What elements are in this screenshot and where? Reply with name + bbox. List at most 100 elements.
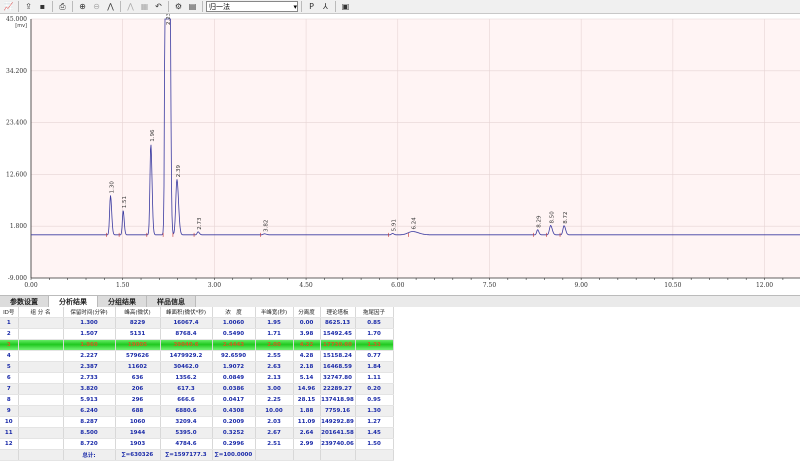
separator xyxy=(335,1,336,12)
column-header[interactable]: 拖尾因子 xyxy=(355,307,394,318)
table-cell: 6 xyxy=(0,372,19,384)
column-header[interactable]: 保留时间(分钟) xyxy=(63,307,116,318)
table-cell: 4.22 xyxy=(293,339,321,351)
table-cell: 6880.6 xyxy=(160,405,213,417)
column-header[interactable]: 浓 度 xyxy=(212,307,256,318)
table-cell: 2.99 xyxy=(293,438,321,450)
peak-label: 1.30 xyxy=(109,181,115,194)
table-row[interactable]: 2 1.507 5131 8768.4 0.5490 1.71 3.98 15492.45 1.… xyxy=(0,328,394,340)
table-cell: 1.11 xyxy=(355,372,394,384)
y-tick-label: 23.400 xyxy=(6,120,27,127)
table-cell: 10.00 xyxy=(255,405,294,417)
table-cell xyxy=(18,383,64,395)
undo-icon[interactable]: ↶ xyxy=(152,1,165,13)
table-cell: 16067.4 xyxy=(160,317,213,329)
table-row[interactable]: 1 1.300 8229 16067.4 1.0060 1.95 0.00 8625.13 0.… xyxy=(0,317,394,329)
table-row[interactable]: 10 8.287 1060 3209.4 0.2009 2.03 11.09 149292.8… xyxy=(0,416,394,428)
table-cell: 8.287 xyxy=(63,416,116,428)
table-cell: 0.5490 xyxy=(212,328,256,340)
table-cell: 28.15 xyxy=(293,394,321,406)
table-cell: 1.33 xyxy=(355,339,394,351)
total-cell xyxy=(293,449,321,461)
chromatogram-chart[interactable]: 45.000 34.200 23.400 12.600 1.800 -9.000 [mv] 0… xyxy=(0,14,800,295)
export-icon[interactable]: ⇪ xyxy=(22,1,35,13)
toolbar: 📈 ⇪ ▪ ⎙ ⊕ ⊖ ⋀ ⋀ ▦ ↶ ⚙ ▤ 归一法 ▾ P ⅄ ▣ xyxy=(0,0,800,14)
grid-icon[interactable]: ▤ xyxy=(186,1,199,13)
table-cell: 0.85 xyxy=(355,317,394,329)
table-cell: 3209.4 xyxy=(160,416,213,428)
table-cell: 39040.6 xyxy=(160,339,213,351)
table-row[interactable]: 6 2.733 636 1356.2 0.0849 2.13 5.14 32747.80 1.1… xyxy=(0,372,394,384)
baseline-icon[interactable]: ⅄ xyxy=(319,1,332,13)
table-row[interactable]: 5 2.387 11602 30462.0 1.9072 2.63 2.18 16468.59… xyxy=(0,361,394,373)
table-cell: 296 xyxy=(115,394,161,406)
integrate-icon[interactable]: ⋀ xyxy=(124,1,137,13)
column-header[interactable]: 峰高(微伏) xyxy=(115,307,161,318)
column-header[interactable]: 理论塔板 xyxy=(320,307,356,318)
table-cell: 2.733 xyxy=(63,372,116,384)
table-cell: 1.9072 xyxy=(212,361,256,373)
total-row: 总计: ∑=630326 ∑=1597177.3 ∑=100.0000 xyxy=(0,449,394,461)
column-header[interactable]: ID号 xyxy=(0,307,19,318)
table-icon[interactable]: ▦ xyxy=(138,1,151,13)
column-header[interactable]: 峰面积(微伏*秒) xyxy=(160,307,213,318)
zoom-out-icon[interactable]: ⊖ xyxy=(90,1,103,13)
table-row[interactable]: 4 2.227 579626 1479929.2 92.6590 2.55 4.28 1515… xyxy=(0,350,394,362)
table-cell: 22289.27 xyxy=(320,383,356,395)
table-cell: 239740.06 xyxy=(320,438,356,450)
table-cell: 9 xyxy=(0,405,19,417)
print-icon[interactable]: ⎙ xyxy=(56,1,69,13)
table-cell: 30462.0 xyxy=(160,361,213,373)
table-cell: 12 xyxy=(0,438,19,450)
column-header[interactable]: 分离度 xyxy=(293,307,321,318)
table-row[interactable]: 11 8.500 1944 5395.0 0.3252 2.67 2.64 201641.58… xyxy=(0,427,394,439)
table-row[interactable]: 8 5.913 296 666.6 0.0417 2.25 28.15 137418.98 0.… xyxy=(0,394,394,406)
table-cell: 666.6 xyxy=(160,394,213,406)
column-header[interactable]: 半峰宽(秒) xyxy=(255,307,294,318)
method-value: 归一法 xyxy=(209,2,230,11)
table-cell: 1 xyxy=(0,317,19,329)
table-cell: 8 xyxy=(0,394,19,406)
table-cell: 0.0417 xyxy=(212,394,256,406)
x-tick-label: 12.00 xyxy=(756,282,773,289)
table-cell: 5395.0 xyxy=(160,427,213,439)
peak-icon[interactable]: ⋀ xyxy=(104,1,117,13)
x-tick-label: 3.00 xyxy=(208,282,222,289)
table-cell: 4784.6 xyxy=(160,438,213,450)
table-cell: 2.67 xyxy=(255,427,294,439)
table-cell: 0.0849 xyxy=(212,372,256,384)
y-tick-label: 45.000 xyxy=(6,16,27,23)
table-cell: 201641.58 xyxy=(320,427,356,439)
method-select[interactable]: 归一法 ▾ xyxy=(206,1,298,12)
table-row[interactable]: 7 3.820 206 617.3 0.0386 3.00 14.96 22289.27 0.2… xyxy=(0,383,394,395)
table-cell: 0.2996 xyxy=(212,438,256,450)
table-cell: 1356.2 xyxy=(160,372,213,384)
column-header[interactable]: 组 分 名 xyxy=(18,307,64,318)
table-row[interactable]: 12 8.720 1903 4784.6 0.2996 2.51 2.99 239740.06… xyxy=(0,438,394,450)
table-cell: 92.6590 xyxy=(212,350,256,362)
table-cell: 8.500 xyxy=(63,427,116,439)
table-cell: 1479929.2 xyxy=(160,350,213,362)
table-cell: 1.95 xyxy=(255,317,294,329)
chart-icon[interactable]: 📈 xyxy=(2,1,15,13)
table-cell: 2.387 xyxy=(63,361,116,373)
table-cell xyxy=(18,416,64,428)
table-cell: 2.18 xyxy=(293,361,321,373)
table-cell: 2.64 xyxy=(293,427,321,439)
y-tick-label: 34.200 xyxy=(6,68,27,75)
table-row[interactable]: 9 6.240 688 6880.6 0.4308 10.00 1.88 7759.16 1.3… xyxy=(0,405,394,417)
settings-icon[interactable]: ⚙ xyxy=(172,1,185,13)
table-row[interactable]: 3 1.960 19005 39040.6 2.4443 2.00 4.22 17730.60… xyxy=(0,339,394,351)
table-cell: 2.227 xyxy=(63,350,116,362)
report-icon[interactable]: ▣ xyxy=(339,1,352,13)
table-cell: 1060 xyxy=(115,416,161,428)
save-icon[interactable]: ▪ xyxy=(36,1,49,13)
table-cell: 2.63 xyxy=(255,361,294,373)
table-cell: 3.00 xyxy=(255,383,294,395)
table-cell: 5.14 xyxy=(293,372,321,384)
total-cell: ∑=630326 xyxy=(115,449,161,461)
p-icon[interactable]: P xyxy=(305,1,318,13)
y-tick-label: 12.600 xyxy=(6,171,27,178)
zoom-in-icon[interactable]: ⊕ xyxy=(76,1,89,13)
table-cell: 5131 xyxy=(115,328,161,340)
